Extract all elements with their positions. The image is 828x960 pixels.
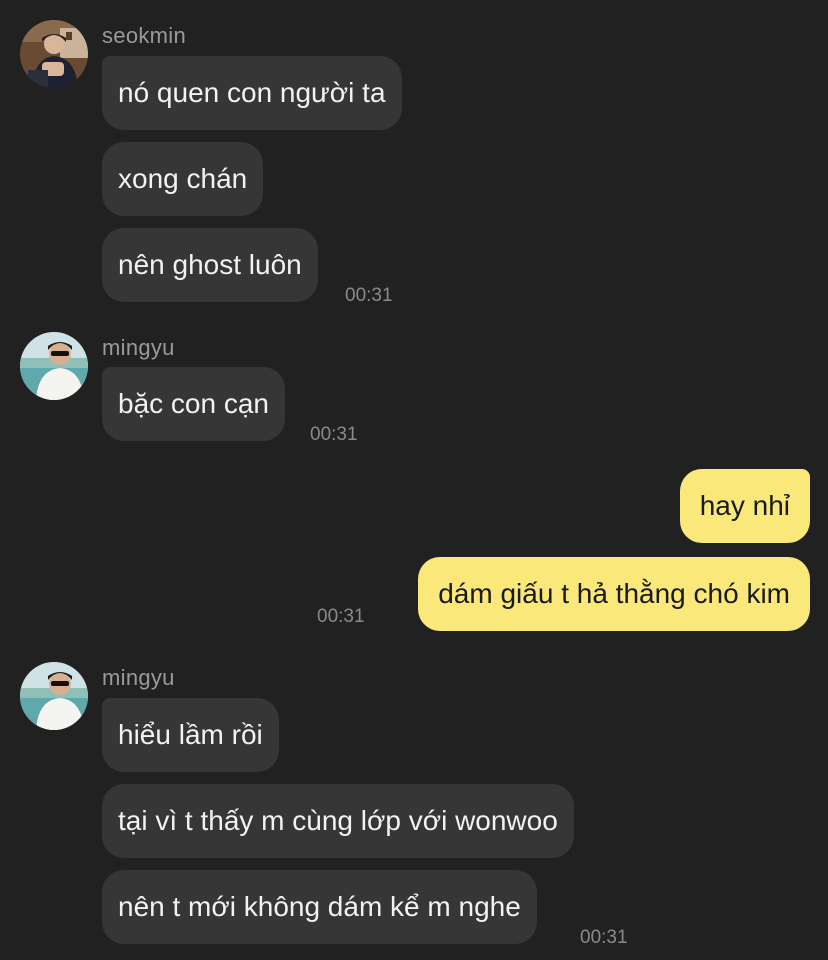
sender-name: seokmin: [102, 23, 187, 48]
message-timestamp: 00:31: [317, 606, 365, 627]
outgoing-message-bubble[interactable]: hay nhỉ: [679, 469, 810, 543]
avatar-mingyu[interactable]: [20, 662, 88, 730]
avatar-seokmin[interactable]: [20, 20, 88, 88]
mingyu-profile-photo-icon: [20, 662, 88, 730]
message-timestamp: 00:31: [345, 285, 393, 306]
message-bubble[interactable]: nên ghost luôn: [102, 228, 318, 302]
chat-thread[interactable]: seokmin nó quen con người ta xong chán n…: [0, 0, 828, 960]
message-timestamp: 00:31: [310, 424, 358, 445]
sender-name: mingyu: [102, 665, 175, 690]
message-bubble[interactable]: bặc con cạn: [102, 367, 285, 441]
message-bubble[interactable]: hiểu lầm rồi: [102, 698, 279, 772]
sender-name: mingyu: [102, 335, 175, 360]
message-bubble[interactable]: xong chán: [102, 142, 264, 216]
seokmin-profile-photo-icon: [20, 20, 88, 88]
avatar-mingyu[interactable]: [20, 332, 88, 400]
message-bubble[interactable]: nên t mới không dám kể m nghe: [102, 870, 537, 944]
message-timestamp: 00:31: [580, 927, 628, 948]
message-bubble[interactable]: tại vì t thấy m cùng lớp với wonwoo: [102, 784, 574, 858]
message-bubble[interactable]: nó quen con người ta: [102, 56, 402, 130]
mingyu-profile-photo-icon: [20, 332, 88, 400]
outgoing-message-bubble[interactable]: dám giấu t hả thằng chó kim: [418, 557, 810, 631]
